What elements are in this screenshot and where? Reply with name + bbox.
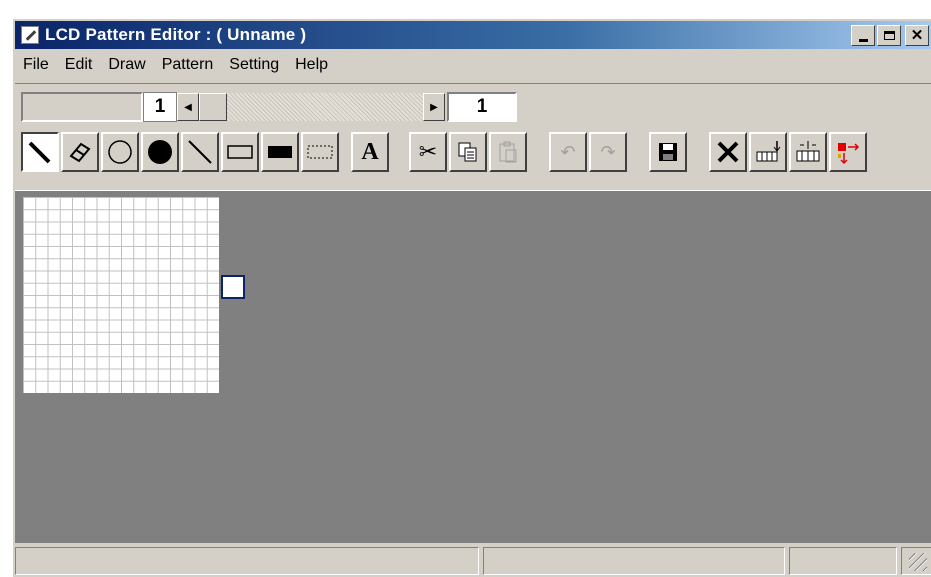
- undo-icon: ↶: [560, 141, 576, 162]
- minimize-button[interactable]: [851, 25, 875, 46]
- window-title: LCD Pattern Editor : ( Unname ): [45, 25, 307, 44]
- eraser-icon: [69, 142, 91, 163]
- insert-down-button[interactable]: [749, 132, 787, 172]
- scroll-thumb[interactable]: [199, 93, 227, 121]
- app-window: LCD Pattern Editor : ( Unname ) ✕ File E…: [12, 18, 931, 577]
- pattern-name-field[interactable]: [21, 92, 143, 122]
- maximize-icon: [883, 31, 895, 40]
- insert-down-icon: [756, 141, 781, 162]
- insert-across-button[interactable]: [789, 132, 827, 172]
- undo-button[interactable]: ↶: [549, 132, 587, 172]
- scroll-left-button[interactable]: ◀: [177, 93, 199, 121]
- filled-circle-icon: [148, 140, 172, 164]
- delete-button[interactable]: [709, 132, 747, 172]
- text-tool[interactable]: A: [351, 132, 389, 172]
- menu-help[interactable]: Help: [287, 56, 336, 74]
- redo-button[interactable]: ↷: [589, 132, 627, 172]
- workspace[interactable]: [15, 191, 931, 543]
- frame-number: 1: [143, 92, 177, 122]
- pencil-icon: [28, 141, 51, 164]
- close-icon: ✕: [910, 27, 924, 44]
- circle-outline-icon: [108, 140, 132, 164]
- status-panel-2: [483, 547, 785, 575]
- floppy-disk-icon: [659, 143, 677, 161]
- left-arrow-icon: ◀: [184, 101, 192, 113]
- maximize-button[interactable]: [877, 25, 901, 46]
- redo-icon: ↷: [600, 141, 616, 162]
- filled-circle-tool[interactable]: [141, 132, 179, 172]
- cut-button[interactable]: ✂: [409, 132, 447, 172]
- navigation-row: 1 ◀ ▶ 1: [21, 92, 517, 122]
- status-panel-3: [789, 547, 897, 575]
- scroll-track[interactable]: [227, 93, 423, 121]
- text-a-icon: A: [361, 139, 379, 165]
- menu-pattern[interactable]: Pattern: [154, 56, 222, 74]
- dotted-selection-icon: [307, 145, 333, 159]
- menu-draw[interactable]: Draw: [100, 56, 153, 74]
- copy-icon: [458, 142, 477, 162]
- status-panel-1: [15, 547, 479, 575]
- circle-tool[interactable]: [101, 132, 139, 172]
- right-arrow-icon: ▶: [430, 101, 438, 113]
- pixel-grid-canvas[interactable]: [23, 197, 219, 393]
- menu-file[interactable]: File: [15, 56, 57, 74]
- title-bar[interactable]: LCD Pattern Editor : ( Unname ) ✕: [15, 21, 931, 49]
- copy-button[interactable]: [449, 132, 487, 172]
- menu-edit[interactable]: Edit: [57, 56, 101, 74]
- insert-across-icon: [796, 141, 820, 162]
- paste-button[interactable]: [489, 132, 527, 172]
- scissors-icon: ✂: [418, 139, 438, 164]
- save-button[interactable]: [649, 132, 687, 172]
- line-tool[interactable]: [181, 132, 219, 172]
- menu-setting[interactable]: Setting: [221, 56, 287, 74]
- status-bar: [15, 547, 931, 575]
- pencil-tool[interactable]: [21, 132, 59, 172]
- close-button[interactable]: ✕: [905, 25, 929, 46]
- filled-rectangle-tool[interactable]: [261, 132, 299, 172]
- menu-bar: File Edit Draw Pattern Setting Help: [15, 53, 336, 77]
- rectangle-tool[interactable]: [221, 132, 259, 172]
- select-tool[interactable]: [301, 132, 339, 172]
- resize-button[interactable]: [829, 132, 867, 172]
- scroll-right-button[interactable]: ▶: [423, 93, 445, 121]
- window-controls: ✕: [851, 25, 929, 46]
- toolbar-band: 1 ◀ ▶ 1 A ✂ ↶ ↷: [15, 83, 931, 191]
- minimize-icon: [858, 38, 868, 42]
- resize-handle[interactable]: [221, 275, 245, 299]
- frame-scrollbar[interactable]: ◀ ▶: [177, 92, 445, 122]
- filled-rectangle-icon: [268, 146, 292, 158]
- paste-icon: [499, 141, 517, 163]
- pencil-app-icon[interactable]: [21, 26, 39, 44]
- eraser-tool[interactable]: [61, 132, 99, 172]
- page-number-field[interactable]: 1: [447, 92, 517, 122]
- resize-grip-icon[interactable]: [909, 553, 927, 571]
- resize-arrows-icon: [838, 143, 860, 165]
- delete-x-icon: [717, 141, 739, 163]
- rectangle-outline-icon: [227, 145, 253, 159]
- line-icon: [188, 140, 212, 164]
